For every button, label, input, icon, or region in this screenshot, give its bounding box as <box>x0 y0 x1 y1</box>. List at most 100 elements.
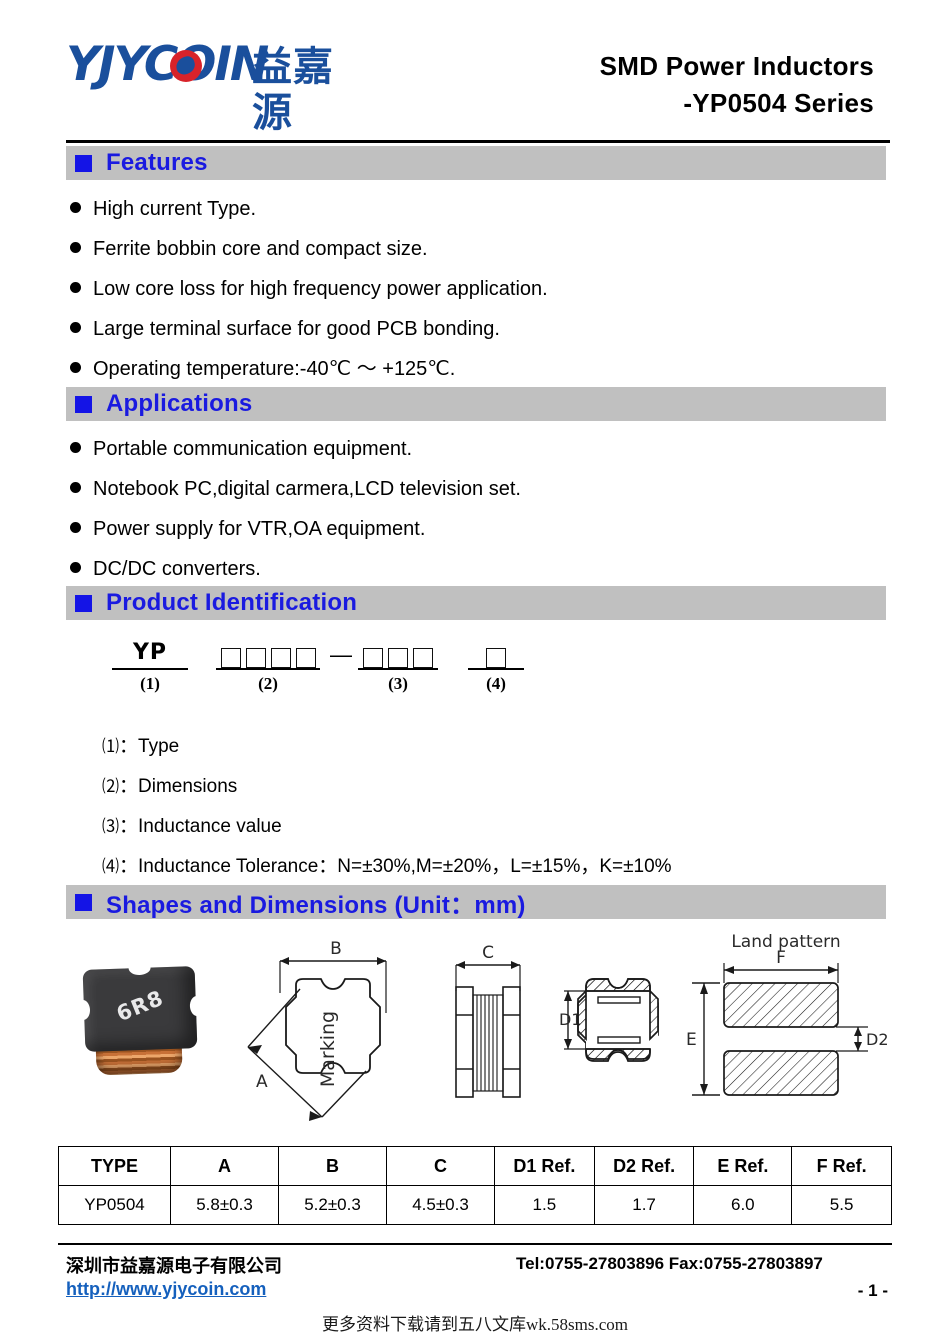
table-cell: 6.0 <box>693 1185 793 1225</box>
code-box <box>270 648 291 668</box>
identification-legend-item: ⑴：Type <box>102 735 179 758</box>
feature-item: Low core loss for high frequency power a… <box>70 277 548 301</box>
section-header-product-identification: Product Identification <box>66 586 886 620</box>
bullet-dot-icon <box>70 522 81 533</box>
legend-separator: ： <box>119 736 139 757</box>
section-title-applications: Applications <box>106 390 253 417</box>
feature-item: Ferrite bobbin core and compact size. <box>70 237 428 261</box>
identification-legend-item: ⑶：Inductance value <box>102 815 282 838</box>
photo-core-body: 6R8 <box>75 960 205 1052</box>
bullet-dot-icon <box>70 202 81 213</box>
page-number: - 1 - <box>857 1281 888 1300</box>
table-cell: 5.5 <box>791 1185 892 1225</box>
section-title-product-identification: Product Identification <box>106 589 358 616</box>
code-box <box>486 648 506 668</box>
bottom-view-drawing: D1 <box>559 978 659 1062</box>
identification-legend-item: ⑵：Dimensions <box>102 775 237 798</box>
table-header-cell: C <box>386 1146 495 1186</box>
bullet-dot-icon <box>70 482 81 493</box>
bullet-dot-icon <box>70 442 81 453</box>
table-header-cell: E Ref. <box>693 1146 793 1186</box>
code-box <box>388 648 408 668</box>
part-group-3 <box>358 640 438 670</box>
section-title-features: Features <box>106 149 208 176</box>
side-view-drawing: C <box>455 943 521 1098</box>
watermark-text: 更多资料下载请到五八文库wk.58sms.com <box>322 1315 628 1334</box>
bullet-square-icon <box>75 594 92 612</box>
bullet-dot-icon <box>70 362 81 373</box>
identification-legend-item: ⑷：Inductance Tolerance：N=±30%,M=±20%，L=±… <box>102 855 672 878</box>
page-title: SMD Power Inductors -YP0504 Series <box>600 48 874 122</box>
legend-number: ⑷ <box>102 857 119 876</box>
top-view-drawing: B A Marking <box>247 939 387 1121</box>
drawings-area: 6R8 B A Marking C D1 Land pattern F E D2 <box>60 925 890 1135</box>
feature-text: High current Type. <box>93 198 257 220</box>
legend-number: ⑶ <box>102 817 119 836</box>
bullet-square-icon <box>75 893 92 911</box>
land-pattern-label: Land pattern <box>731 932 840 952</box>
code-box <box>413 648 433 668</box>
bullet-dot-icon <box>70 282 81 293</box>
legend-text: Type <box>138 736 180 757</box>
feature-text: Ferrite bobbin core and compact size. <box>93 238 428 260</box>
photo-marking-text: 6R8 <box>113 985 168 1027</box>
application-item: Power supply for VTR,OA equipment. <box>70 517 425 541</box>
legend-separator: ： <box>119 816 139 837</box>
application-item: Notebook PC,digital carmera,LCD televisi… <box>70 477 521 501</box>
footer-divider <box>58 1243 892 1245</box>
application-text: Portable communication equipment. <box>93 438 413 460</box>
table-header-row: TYPE A B C D1 Ref. D2 Ref. E Ref. F Ref. <box>58 1146 892 1186</box>
part-group-4-label: (4) <box>486 674 506 693</box>
title-line-1: SMD Power Inductors <box>599 51 874 81</box>
table-cell: 5.2±0.3 <box>278 1185 387 1225</box>
footer-company-name: 深圳市益嘉源电子有限公司 <box>66 1256 282 1277</box>
part-separator-dash: — <box>330 642 352 667</box>
application-item: Portable communication equipment. <box>70 437 412 461</box>
part-group-3-boxes <box>358 640 438 670</box>
part-group-1-text: YP <box>132 640 168 665</box>
dim-label-a: A <box>256 1072 268 1092</box>
table-header-cell: F Ref. <box>791 1146 892 1186</box>
part-group-2 <box>216 640 320 670</box>
footer-contact: Tel:0755-27803896 Fax:0755-27803897 <box>516 1254 823 1273</box>
application-text: Notebook PC,digital carmera,LCD televisi… <box>93 478 521 500</box>
photo-notch <box>189 995 205 1017</box>
legend-separator: ： <box>119 776 139 797</box>
feature-text: Low core loss for high frequency power a… <box>93 278 548 300</box>
product-photo: 6R8 <box>66 960 226 1090</box>
table-header-cell: D2 Ref. <box>593 1146 695 1186</box>
table-header-cell: A <box>170 1146 279 1186</box>
table-header-cell: TYPE <box>58 1146 171 1186</box>
table-row: YP0504 5.8±0.3 5.2±0.3 4.5±0.3 1.5 1.7 6… <box>58 1185 892 1225</box>
part-group-4 <box>468 640 524 670</box>
table-cell: YP0504 <box>58 1185 171 1225</box>
table-cell: 4.5±0.3 <box>386 1185 495 1225</box>
application-text: DC/DC converters. <box>93 558 261 580</box>
dim-label-e: E <box>686 1030 697 1050</box>
feature-text: Large terminal surface for good PCB bond… <box>93 318 500 340</box>
code-box <box>295 648 316 668</box>
land-pattern-drawing: Land pattern F E D2 <box>686 932 889 1096</box>
section-header-applications: Applications <box>66 387 886 421</box>
table-header-cell: D1 Ref. <box>494 1146 595 1186</box>
dim-label-d2: D2 <box>866 1030 889 1049</box>
section-title-shapes-dimensions: Shapes and Dimensions (Unit：mm) <box>106 891 526 919</box>
table-cell: 1.7 <box>593 1185 695 1225</box>
logo-wordmark: YJYCOIN <box>66 37 269 92</box>
part-group-2-label: (2) <box>258 674 278 693</box>
feature-item: High current Type. <box>70 197 256 221</box>
footer-website-link[interactable]: http://www.yjycoin.com <box>66 1279 266 1300</box>
feature-item: Large terminal surface for good PCB bond… <box>70 317 500 341</box>
logo-chinese-name: 益嘉源 <box>252 44 334 136</box>
table-cell: 1.5 <box>494 1185 595 1225</box>
legend-separator: ： <box>119 856 139 877</box>
marking-label: Marking <box>317 1011 339 1087</box>
code-box <box>363 648 383 668</box>
bullet-dot-icon <box>70 322 81 333</box>
legend-number: ⑵ <box>102 777 119 796</box>
part-group-3-label: (3) <box>388 674 408 693</box>
photo-notch <box>128 960 151 976</box>
table-header-cell: B <box>278 1146 387 1186</box>
dim-label-f: F <box>776 948 786 968</box>
photo-notch <box>75 999 91 1021</box>
